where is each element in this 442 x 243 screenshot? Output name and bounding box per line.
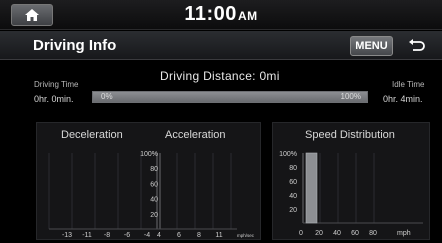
- decel-x-tick-label: -8: [104, 232, 110, 239]
- driving-distance-label: Driving Distance:: [160, 69, 256, 83]
- accel-x-tick-label: 11: [215, 232, 222, 239]
- speed-y-tick-label: 80: [289, 165, 297, 172]
- idle-time-label: Idle Time: [392, 80, 425, 89]
- menu-button[interactable]: MENU: [350, 36, 393, 56]
- idle-time-value: 0hr. 4min.: [383, 94, 423, 104]
- back-arrow-icon: [409, 39, 425, 51]
- decel-x-tick-label: -13: [62, 232, 72, 239]
- title-bar: Driving Info MENU: [0, 31, 442, 60]
- driving-distance: Driving Distance: 0mi: [160, 69, 280, 83]
- driving-info-screen: 11:00AM Driving Info MENU Driving Time 0…: [0, 0, 442, 243]
- page-title: Driving Info: [33, 37, 117, 54]
- speed-y-tick-label: 60: [289, 179, 297, 186]
- speed-y-tick-label: 100%: [279, 151, 297, 158]
- driving-time-value: 0hr. 0min.: [34, 94, 74, 104]
- status-bar: 11:00AM: [0, 0, 442, 30]
- speed-x-tick-label: 40: [333, 230, 341, 237]
- driving-ratio-bar: 0% 100%: [92, 91, 368, 103]
- accel-x-tick-label: 6: [177, 232, 181, 239]
- speed-distribution-panel: Speed Distribution 100% 80 60 40 20 0 20 40 60 80…: [272, 122, 430, 240]
- clock-time: 11:00: [184, 3, 237, 25]
- speed-y-tick-label: 40: [289, 193, 297, 200]
- acceleration-panel: Deceleration Acceleration 100% 80 60 40 20 -1…: [36, 122, 261, 240]
- clock: 11:00AM: [0, 3, 442, 26]
- speed-unit-label: mph: [397, 230, 411, 237]
- speed-x-tick-label: 20: [315, 230, 323, 237]
- accel-y-tick-label: 60: [150, 181, 158, 188]
- speed-x-tick-label: 80: [369, 230, 377, 237]
- speed-x-tick-label: 0: [299, 230, 303, 237]
- speed-bar: [305, 152, 318, 224]
- ratio-right-label: 100%: [340, 92, 361, 101]
- ratio-left-label: 0%: [101, 92, 113, 101]
- driving-ratio-fill: [93, 92, 367, 102]
- accel-y-tick-label: 20: [150, 212, 158, 219]
- accel-y-tick-label: 100%: [140, 151, 158, 158]
- driving-time-label: Driving Time: [34, 80, 79, 89]
- accel-unit-label: mph/sec: [237, 233, 255, 238]
- acceleration-chart: 100% 80 60 40 20 -13 -11 -8 -6 -4 4 6 8 11 mph/sec: [48, 151, 255, 239]
- decel-x-tick-label: -4: [144, 232, 150, 239]
- speed-x-tick-label: 60: [351, 230, 359, 237]
- driving-distance-value: 0mi: [259, 69, 280, 83]
- speed-distribution-chart: 100% 80 60 40 20 0 20 40 60 80 mph: [279, 151, 423, 237]
- accel-x-tick-label: 8: [197, 232, 201, 239]
- accel-y-tick-label: 40: [150, 197, 158, 204]
- clock-ampm: AM: [237, 9, 258, 23]
- accel-x-tick-label: 4: [157, 232, 161, 239]
- accel-y-tick-label: 80: [150, 166, 158, 173]
- decel-x-tick-label: -6: [124, 232, 130, 239]
- back-button[interactable]: [402, 36, 430, 56]
- decel-x-tick-label: -11: [82, 232, 92, 239]
- speed-y-tick-label: 20: [289, 207, 297, 214]
